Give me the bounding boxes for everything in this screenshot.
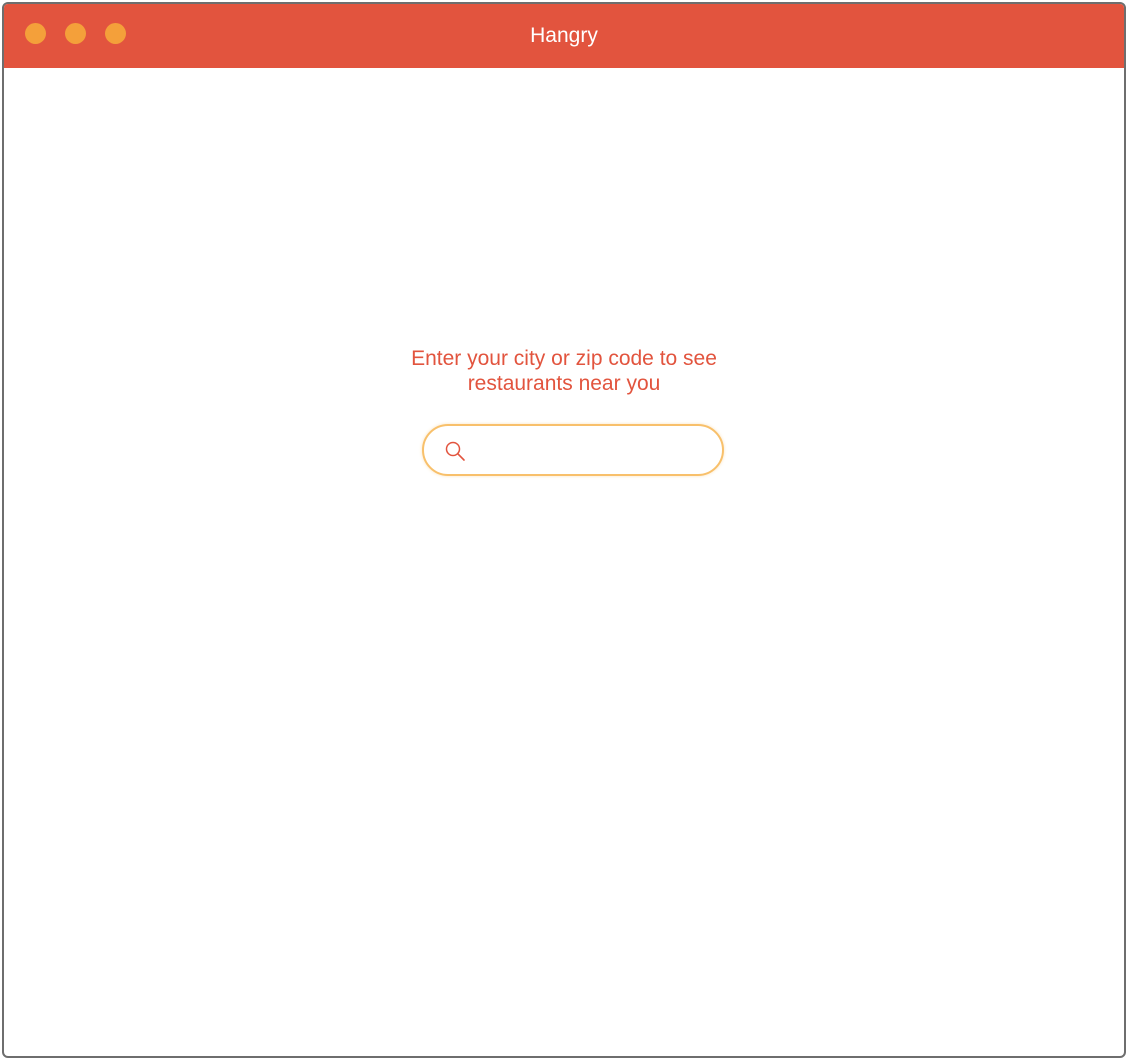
title-bar: Hangry bbox=[4, 4, 1124, 68]
search-prompt-line-1: Enter your city or zip code to see bbox=[411, 347, 717, 370]
window-title: Hangry bbox=[530, 24, 598, 47]
search-icon bbox=[444, 440, 466, 462]
search-prompt: Enter your city or zip code to see resta… bbox=[364, 346, 764, 396]
app-window: Hangry Enter your city or zip code to se… bbox=[2, 2, 1126, 1058]
search-box[interactable] bbox=[422, 424, 724, 476]
search-prompt-line-2: restaurants near you bbox=[467, 372, 661, 395]
search-input[interactable] bbox=[476, 432, 708, 468]
